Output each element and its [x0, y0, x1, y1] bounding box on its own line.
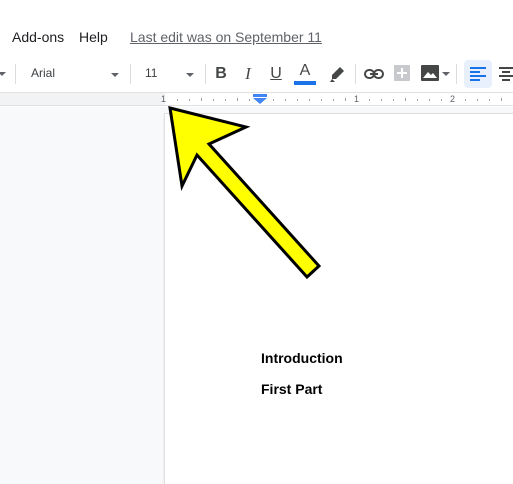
style-dropdown-caret-icon[interactable]	[0, 72, 6, 76]
indent-marker-icon[interactable]	[253, 94, 267, 105]
italic-icon[interactable]: I	[238, 62, 258, 86]
doc-heading-introduction[interactable]: Introduction	[261, 350, 343, 366]
font-family-value: Arial	[31, 66, 56, 80]
toolbar-divider	[15, 64, 16, 84]
toolbar-divider	[355, 64, 356, 84]
toolbar-divider	[130, 64, 131, 84]
font-family-dropdown[interactable]: Arial	[22, 60, 126, 88]
font-family-caret-icon	[111, 73, 119, 77]
formatting-toolbar: Arial 11 B I U A	[0, 56, 513, 92]
underline-icon[interactable]: U	[266, 62, 286, 86]
document-page[interactable]: Introduction First Part	[165, 114, 513, 484]
ruler-label-end: 2	[450, 94, 456, 104]
docs-window: Add-ons Help Last edit was on September …	[0, 0, 513, 484]
text-color-swatch	[294, 81, 316, 85]
toolbar-divider	[205, 64, 206, 84]
text-color-button[interactable]: A	[294, 61, 316, 87]
insert-image-icon[interactable]	[421, 65, 439, 81]
add-comment-icon[interactable]	[393, 64, 411, 82]
horizontal-ruler[interactable]: 1 1 2	[0, 92, 513, 106]
align-center-icon[interactable]	[499, 67, 513, 81]
font-size-dropdown[interactable]: 11	[136, 60, 198, 88]
insert-image-caret-icon[interactable]	[442, 72, 450, 76]
text-color-icon: A	[299, 62, 311, 79]
link-icon[interactable]	[363, 65, 385, 83]
doc-heading-first-part[interactable]: First Part	[261, 381, 322, 397]
highlight-icon[interactable]	[327, 64, 347, 84]
ruler-label-mid: 1	[354, 94, 360, 104]
last-edit-link[interactable]: Last edit was on September 11	[130, 29, 322, 45]
font-size-value: 11	[145, 66, 158, 80]
align-left-button[interactable]	[464, 60, 492, 88]
bold-icon[interactable]: B	[211, 62, 231, 86]
align-left-icon	[470, 67, 486, 81]
menu-addons[interactable]: Add-ons	[12, 29, 64, 45]
toolbar-divider	[456, 64, 457, 84]
ruler-ticks	[177, 98, 502, 101]
ruler-label-start: 1	[161, 94, 167, 104]
font-size-caret-icon	[186, 73, 194, 77]
ruler-page-area	[165, 93, 513, 105]
document-canvas: Introduction First Part	[0, 107, 513, 484]
menu-help[interactable]: Help	[79, 29, 108, 45]
